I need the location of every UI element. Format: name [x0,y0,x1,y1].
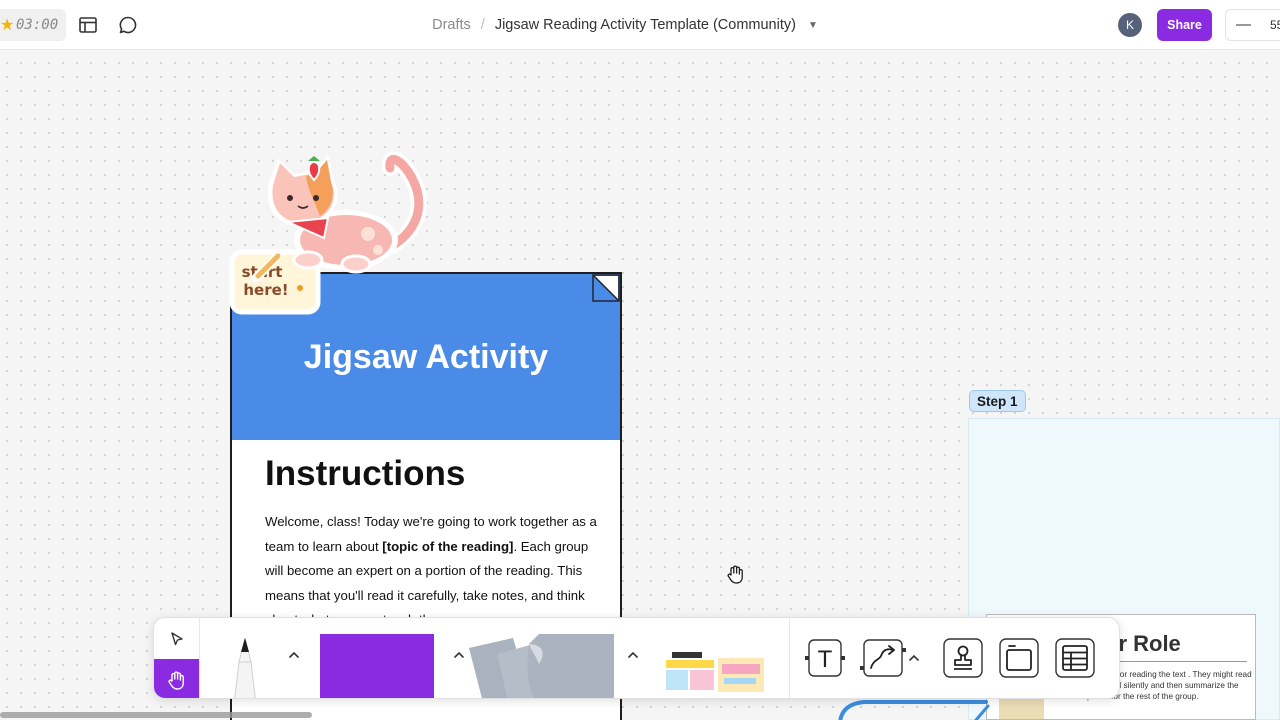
star-icon: ★ [0,17,14,34]
horizontal-scrollbar[interactable] [0,712,312,718]
comment-icon[interactable] [117,14,139,36]
chevron-up-icon[interactable] [626,648,640,662]
instructions-body: Welcome, class! Today we're going to wor… [265,510,600,633]
chevron-up-icon[interactable] [907,651,921,665]
chevron-up-icon[interactable] [287,648,301,662]
chevron-up-icon[interactable] [452,648,466,662]
connector-tool[interactable] [859,638,907,678]
select-tool[interactable] [154,618,199,659]
breadcrumb-drafts[interactable]: Drafts [432,17,471,33]
stamp-tool[interactable] [943,638,983,678]
file-title[interactable]: Jigsaw Reading Activity Template (Commun… [495,17,796,33]
cursor-arrow-icon [170,631,183,645]
connector-arrow-icon [860,639,906,677]
layout-panel-icon[interactable] [77,14,99,36]
chevron-down-icon[interactable]: ▼ [808,20,818,31]
stamp-icon [943,638,983,678]
timer-text: 03:00 [16,17,59,33]
svg-text:T: T [817,648,832,673]
step-1-label[interactable]: Step 1 [969,390,1026,412]
bottom-toolbar: T [153,617,1120,699]
hand-icon [167,670,184,690]
zoom-out-button[interactable]: — [1236,16,1251,33]
table-tool[interactable] [1055,638,1095,678]
color-swatch-purple[interactable] [320,634,434,698]
toolbar-divider [789,618,790,698]
hand-tool[interactable] [154,659,199,698]
avatar[interactable]: K [1118,13,1142,37]
zoom-level[interactable]: 55 [1270,18,1280,32]
breadcrumb-separator: / [480,17,485,33]
instructions-heading: Instructions [265,454,466,493]
section-frame-icon [999,638,1039,678]
share-button[interactable]: Share [1157,9,1212,41]
table-icon [1055,638,1095,678]
sticky-note-stack-icon[interactable] [469,634,619,699]
sticker-text-here: here! [243,281,288,299]
card-title: Jigsaw Activity [303,337,549,376]
instructions-topic-placeholder: [topic of the reading] [382,538,514,554]
cat-sticker[interactable]: start here! [228,140,433,315]
zoom-control: — 55 [1225,9,1280,41]
template-thumbnail[interactable] [662,648,770,699]
toolbar-divider [199,618,200,698]
hand-cursor-icon [727,565,743,584]
top-bar: ★ 03:00 Drafts / Jigsaw Reading Activity… [0,0,1280,50]
text-tool[interactable]: T [804,638,846,678]
timer-widget[interactable]: ★ 03:00 [0,9,66,41]
text-box-icon: T [805,639,845,677]
marker-pen-icon[interactable] [220,634,270,699]
section-tool[interactable] [999,638,1039,678]
page-curl-icon [592,274,620,302]
breadcrumb: Drafts / Jigsaw Reading Activity Templat… [0,0,1250,50]
